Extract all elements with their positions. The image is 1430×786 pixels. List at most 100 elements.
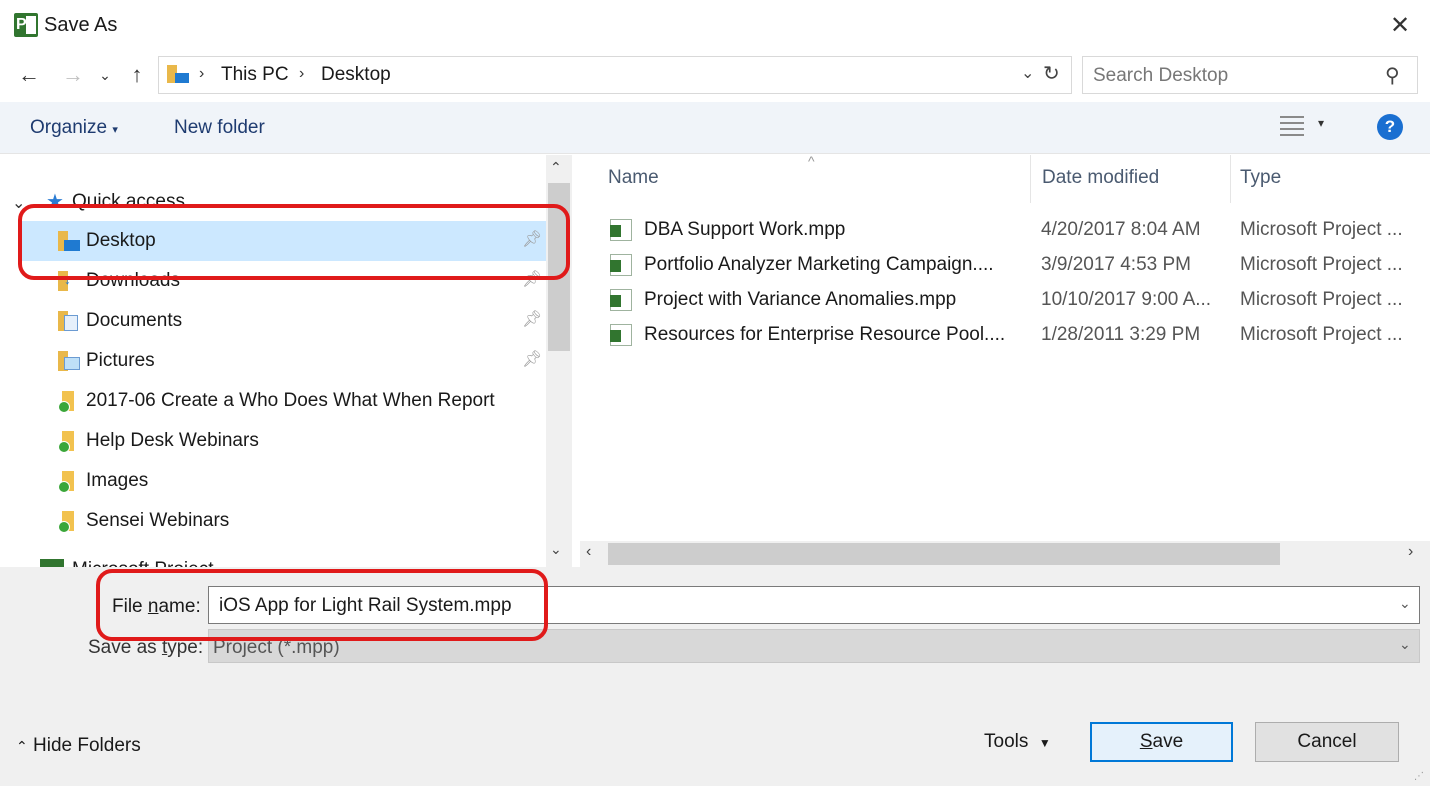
resize-grip-icon[interactable]: ⋰ bbox=[1414, 771, 1424, 782]
cancel-button[interactable]: Cancel bbox=[1255, 722, 1399, 762]
breadcrumb-desktop[interactable]: Desktop bbox=[321, 64, 391, 86]
expand-chevron-icon[interactable]: ⌄ bbox=[12, 193, 25, 213]
file-name: Resources for Enterprise Resource Pool..… bbox=[644, 324, 1006, 345]
file-date: 1/28/2011 3:29 PM bbox=[1041, 324, 1201, 345]
project-app-icon: P bbox=[14, 13, 38, 37]
address-bar[interactable]: › This PC › Desktop ⌄ ↻ bbox=[158, 56, 1072, 94]
sort-ascending-icon: ^ bbox=[808, 155, 815, 169]
nav-item-downloads[interactable]: ↓ Downloads 📌︎ bbox=[18, 261, 546, 301]
pin-icon[interactable]: 📌︎ bbox=[522, 229, 542, 249]
hide-folders-button[interactable]: ⌃ Hide Folders bbox=[16, 735, 141, 757]
up-arrow-icon[interactable]: ↑ bbox=[122, 60, 152, 90]
nav-item-images[interactable]: Images bbox=[18, 461, 546, 501]
nav-item-label: Pictures bbox=[86, 350, 155, 371]
file-name: Portfolio Analyzer Marketing Campaign...… bbox=[644, 254, 994, 275]
mpp-file-icon bbox=[610, 289, 632, 311]
mpp-file-icon bbox=[610, 219, 632, 241]
search-placeholder: Search Desktop bbox=[1093, 65, 1229, 86]
breadcrumb-separator-icon: › bbox=[299, 65, 305, 82]
column-header-type[interactable]: Type bbox=[1240, 167, 1281, 189]
file-row[interactable]: Portfolio Analyzer Marketing Campaign...… bbox=[600, 248, 1430, 283]
tools-button[interactable]: Tools ▼ bbox=[984, 731, 1051, 753]
breadcrumb-this-pc[interactable]: This PC bbox=[221, 64, 289, 86]
file-type: Microsoft Project ... bbox=[1240, 219, 1403, 240]
file-row[interactable]: Resources for Enterprise Resource Pool..… bbox=[600, 318, 1430, 353]
save-button[interactable]: Save bbox=[1090, 722, 1233, 762]
column-header-name[interactable]: Name bbox=[608, 167, 659, 189]
pin-icon[interactable]: 📌︎ bbox=[522, 309, 542, 329]
nav-item-who-does-what-report[interactable]: 2017-06 Create a Who Does What When Repo… bbox=[18, 381, 546, 421]
scroll-up-arrow-icon[interactable]: ⌃ bbox=[550, 159, 562, 176]
chevron-down-icon[interactable]: ⌄ bbox=[1399, 636, 1411, 653]
search-icon[interactable]: ⚲ bbox=[1385, 63, 1400, 88]
file-type: Microsoft Project ... bbox=[1240, 289, 1403, 310]
pictures-folder-icon bbox=[58, 351, 80, 371]
nav-item-documents[interactable]: Documents 📌︎ bbox=[18, 301, 546, 341]
refresh-icon[interactable]: ↻ bbox=[1043, 61, 1060, 86]
nav-item-label: Help Desk Webinars bbox=[86, 430, 259, 451]
nav-item-help-desk-webinars[interactable]: Help Desk Webinars bbox=[18, 421, 546, 461]
file-date: 4/20/2017 8:04 AM bbox=[1041, 219, 1201, 240]
navigation-pane: ⌄ ★ Quick access Desktop 📌︎ ↓ Downloads … bbox=[0, 155, 572, 567]
organize-button[interactable]: Organize ▾ bbox=[30, 117, 118, 139]
file-name-input[interactable]: iOS App for Light Rail System.mpp ⌄ bbox=[208, 586, 1420, 624]
nav-item-sensei-webinars[interactable]: Sensei Webinars bbox=[18, 501, 546, 541]
close-button[interactable]: ✕ bbox=[1380, 10, 1420, 42]
search-input[interactable]: Search Desktop ⚲ bbox=[1082, 56, 1418, 94]
nav-item-label: Downloads bbox=[86, 270, 180, 291]
nav-item-label: Images bbox=[86, 470, 149, 491]
file-type: Microsoft Project ... bbox=[1240, 324, 1403, 345]
pin-icon[interactable]: 📌︎ bbox=[522, 349, 542, 369]
scrollbar-thumb[interactable] bbox=[548, 183, 570, 351]
title-bar: P Save As ✕ bbox=[0, 0, 1430, 52]
documents-folder-icon bbox=[58, 311, 80, 331]
chevron-down-icon[interactable]: ⌄ bbox=[1399, 595, 1411, 612]
nav-item-microsoft-project[interactable]: Microsoft Project bbox=[72, 559, 213, 567]
scroll-down-arrow-icon[interactable]: ⌄ bbox=[550, 541, 562, 558]
chevron-up-icon: ⌃ bbox=[16, 738, 28, 754]
file-name: DBA Support Work.mpp bbox=[644, 219, 846, 240]
nav-item-label: 2017-06 Create a Who Does What When Repo… bbox=[86, 390, 495, 411]
save-form-area: File name: iOS App for Light Rail System… bbox=[0, 567, 1430, 786]
view-list-icon[interactable] bbox=[1280, 114, 1306, 138]
scroll-left-arrow-icon[interactable]: ‹ bbox=[586, 543, 591, 561]
nav-item-label: Desktop bbox=[86, 230, 156, 251]
file-date: 3/9/2017 4:53 PM bbox=[1041, 254, 1191, 275]
chevron-down-icon[interactable]: ⌄ bbox=[1021, 63, 1034, 83]
nav-item-label: Sensei Webinars bbox=[86, 510, 230, 531]
save-as-type-value: Project (*.mpp) bbox=[213, 637, 340, 658]
synced-folder-icon bbox=[58, 431, 80, 453]
save-as-type-label: Save as type: bbox=[88, 637, 204, 658]
file-name-label: File name: bbox=[112, 596, 201, 617]
nav-item-desktop[interactable]: Desktop 📌︎ bbox=[18, 221, 546, 261]
file-date: 10/10/2017 9:00 A... bbox=[1041, 289, 1212, 310]
new-folder-button[interactable]: New folder bbox=[174, 117, 265, 139]
back-arrow-icon[interactable]: ← bbox=[14, 60, 44, 90]
file-row[interactable]: Project with Variance Anomalies.mpp 10/1… bbox=[600, 283, 1430, 318]
scrollbar-thumb[interactable] bbox=[608, 543, 1280, 565]
nav-pane-scrollbar[interactable]: ⌃ ⌄ bbox=[546, 155, 572, 567]
scroll-right-arrow-icon[interactable]: › bbox=[1408, 543, 1413, 561]
desktop-folder-icon bbox=[58, 231, 80, 251]
quick-access-label[interactable]: Quick access bbox=[72, 191, 185, 213]
help-icon[interactable]: ? bbox=[1377, 114, 1403, 140]
synced-folder-icon bbox=[58, 391, 80, 413]
pin-icon[interactable]: 📌︎ bbox=[522, 269, 542, 289]
nav-item-pictures[interactable]: Pictures 📌︎ bbox=[18, 341, 546, 381]
column-header-date-modified[interactable]: Date modified bbox=[1042, 167, 1159, 189]
desktop-folder-icon bbox=[167, 65, 189, 83]
synced-folder-icon bbox=[58, 511, 80, 533]
file-row[interactable]: DBA Support Work.mpp 4/20/2017 8:04 AM M… bbox=[600, 213, 1430, 248]
microsoft-project-icon bbox=[40, 559, 64, 567]
synced-folder-icon bbox=[58, 471, 80, 493]
recent-locations-chevron-icon[interactable]: ⌄ bbox=[96, 60, 114, 90]
file-name-value: iOS App for Light Rail System.mpp bbox=[219, 595, 512, 616]
downloads-folder-icon: ↓ bbox=[58, 271, 80, 291]
file-list-horizontal-scrollbar[interactable]: ‹ › bbox=[580, 541, 1430, 567]
save-as-type-select[interactable]: Project (*.mpp) ⌄ bbox=[208, 629, 1420, 663]
file-type: Microsoft Project ... bbox=[1240, 254, 1403, 275]
column-divider[interactable] bbox=[1230, 155, 1231, 203]
column-divider[interactable] bbox=[1030, 155, 1031, 203]
view-options-chevron-icon[interactable]: ▾ bbox=[1318, 116, 1324, 130]
forward-arrow-icon[interactable]: → bbox=[58, 60, 88, 90]
